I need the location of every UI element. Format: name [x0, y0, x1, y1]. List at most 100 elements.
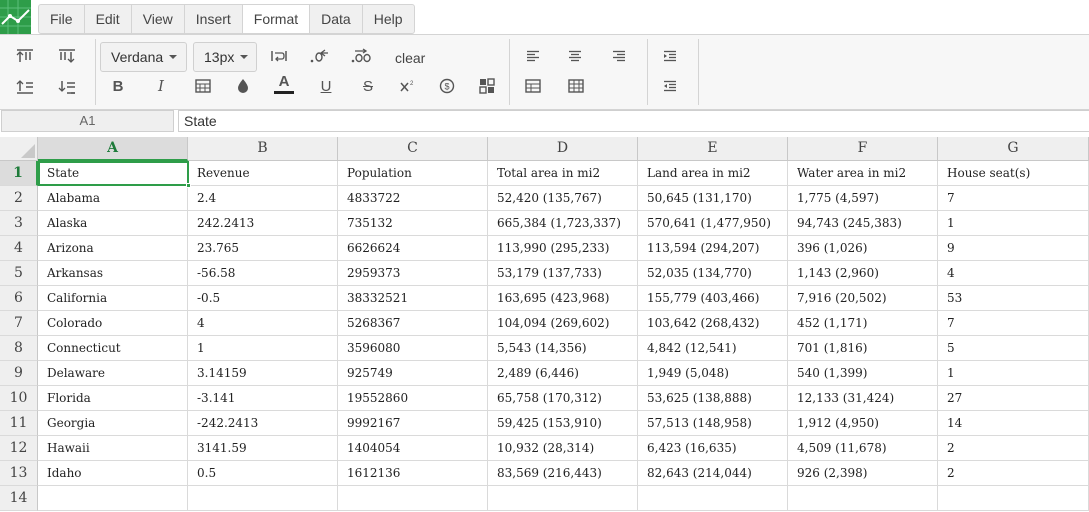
cell-c9[interactable]: 925749: [338, 361, 488, 386]
cell-e5[interactable]: 52,035 (134,770): [638, 261, 788, 286]
cell-c12[interactable]: 1404054: [338, 436, 488, 461]
italic-icon[interactable]: I: [147, 73, 175, 99]
text-middle-align-icon[interactable]: [53, 43, 81, 69]
row-header-12[interactable]: 12: [0, 436, 38, 461]
cell-e13[interactable]: 82,643 (214,044): [638, 461, 788, 486]
cell-b10[interactable]: -3.141: [188, 386, 338, 411]
cell-a6[interactable]: California: [38, 286, 188, 311]
cell-e2[interactable]: 50,645 (131,170): [638, 186, 788, 211]
cell-e9[interactable]: 1,949 (5,048): [638, 361, 788, 386]
cell-a3[interactable]: Alaska: [38, 211, 188, 236]
cell-g14[interactable]: [938, 486, 1089, 511]
cell-b12[interactable]: 3141.59: [188, 436, 338, 461]
cell-d13[interactable]: 83,569 (216,443): [488, 461, 638, 486]
align-right-icon[interactable]: [605, 43, 633, 69]
cell-b2[interactable]: 2.4: [188, 186, 338, 211]
cell-b8[interactable]: 1: [188, 336, 338, 361]
cell-a1[interactable]: State: [38, 161, 188, 186]
cell-b4[interactable]: 23.765: [188, 236, 338, 261]
column-header-f[interactable]: F: [788, 137, 938, 161]
wrap-text-icon[interactable]: [265, 43, 293, 69]
cell-g8[interactable]: 5: [938, 336, 1089, 361]
superscript-icon[interactable]: 2: [393, 73, 421, 99]
cell-e7[interactable]: 103,642 (268,432): [638, 311, 788, 336]
cell-e8[interactable]: 4,842 (12,541): [638, 336, 788, 361]
cell-e10[interactable]: 53,625 (138,888): [638, 386, 788, 411]
cell-g1[interactable]: House seat(s): [938, 161, 1089, 186]
cell-g7[interactable]: 7: [938, 311, 1089, 336]
cell-c11[interactable]: 9992167: [338, 411, 488, 436]
text-top-align-icon[interactable]: [11, 43, 39, 69]
menu-data[interactable]: Data: [310, 5, 363, 33]
cell-f2[interactable]: 1,775 (4,597): [788, 186, 938, 211]
menu-file[interactable]: File: [39, 5, 85, 33]
cell-a14[interactable]: [38, 486, 188, 511]
cell-f12[interactable]: 4,509 (11,678): [788, 436, 938, 461]
cell-a11[interactable]: Georgia: [38, 411, 188, 436]
cell-a7[interactable]: Colorado: [38, 311, 188, 336]
currency-icon[interactable]: $: [433, 73, 461, 99]
cell-c7[interactable]: 5268367: [338, 311, 488, 336]
cell-b5[interactable]: -56.58: [188, 261, 338, 286]
cell-a13[interactable]: Idaho: [38, 461, 188, 486]
font-size-dropdown[interactable]: 13px: [193, 42, 257, 72]
conditional-format-icon[interactable]: [473, 73, 501, 99]
cell-f7[interactable]: 452 (1,171): [788, 311, 938, 336]
cell-f13[interactable]: 926 (2,398): [788, 461, 938, 486]
text-color-icon[interactable]: A: [270, 71, 298, 97]
text-bottom-align-icon[interactable]: [11, 74, 39, 100]
align-left-icon[interactable]: [519, 43, 547, 69]
cell-b7[interactable]: 4: [188, 311, 338, 336]
row-header-5[interactable]: 5: [0, 261, 38, 286]
align-center-icon[interactable]: [561, 43, 589, 69]
row-header-6[interactable]: 6: [0, 286, 38, 311]
cell-a4[interactable]: Arizona: [38, 236, 188, 261]
column-header-g[interactable]: G: [938, 137, 1089, 161]
cell-d4[interactable]: 113,990 (295,233): [488, 236, 638, 261]
row-header-14[interactable]: 14: [0, 486, 38, 511]
cell-d2[interactable]: 52,420 (135,767): [488, 186, 638, 211]
row-header-3[interactable]: 3: [0, 211, 38, 236]
cell-c3[interactable]: 735132: [338, 211, 488, 236]
cell-f4[interactable]: 396 (1,026): [788, 236, 938, 261]
menu-edit[interactable]: Edit: [85, 5, 132, 33]
cell-c13[interactable]: 1612136: [338, 461, 488, 486]
row-header-7[interactable]: 7: [0, 311, 38, 336]
cell-a10[interactable]: Florida: [38, 386, 188, 411]
cell-f8[interactable]: 701 (1,816): [788, 336, 938, 361]
row-header-9[interactable]: 9: [0, 361, 38, 386]
merge-cells-icon[interactable]: [519, 73, 547, 99]
cell-b11[interactable]: -242.2413: [188, 411, 338, 436]
cell-d8[interactable]: 5,543 (14,356): [488, 336, 638, 361]
cell-c2[interactable]: 4833722: [338, 186, 488, 211]
column-header-b[interactable]: B: [188, 137, 338, 161]
row-header-10[interactable]: 10: [0, 386, 38, 411]
cell-e4[interactable]: 113,594 (294,207): [638, 236, 788, 261]
font-family-dropdown[interactable]: Verdana: [100, 42, 187, 72]
cell-c14[interactable]: [338, 486, 488, 511]
cell-d7[interactable]: 104,094 (269,602): [488, 311, 638, 336]
menu-view[interactable]: View: [132, 5, 185, 33]
column-header-c[interactable]: C: [338, 137, 488, 161]
cell-d10[interactable]: 65,758 (170,312): [488, 386, 638, 411]
cell-b13[interactable]: 0.5: [188, 461, 338, 486]
cell-g2[interactable]: 7: [938, 186, 1089, 211]
cell-g11[interactable]: 14: [938, 411, 1089, 436]
select-all-corner[interactable]: [0, 137, 38, 161]
cell-reference-box[interactable]: A1: [1, 110, 174, 132]
cell-f14[interactable]: [788, 486, 938, 511]
cell-g12[interactable]: 2: [938, 436, 1089, 461]
column-header-d[interactable]: D: [488, 137, 638, 161]
menu-insert[interactable]: Insert: [185, 5, 243, 33]
menu-format[interactable]: Format: [242, 5, 311, 33]
cell-c8[interactable]: 3596080: [338, 336, 488, 361]
bold-icon[interactable]: B: [104, 73, 132, 99]
fill-color-icon[interactable]: [229, 73, 257, 99]
cell-d1[interactable]: Total area in mi2: [488, 161, 638, 186]
clear-format-button[interactable]: clear: [390, 47, 430, 69]
cell-e12[interactable]: 6,423 (16,635): [638, 436, 788, 461]
borders-all-icon[interactable]: [562, 73, 590, 99]
cell-d12[interactable]: 10,932 (28,314): [488, 436, 638, 461]
cell-b1[interactable]: Revenue: [188, 161, 338, 186]
strikethrough-icon[interactable]: S: [354, 73, 382, 99]
